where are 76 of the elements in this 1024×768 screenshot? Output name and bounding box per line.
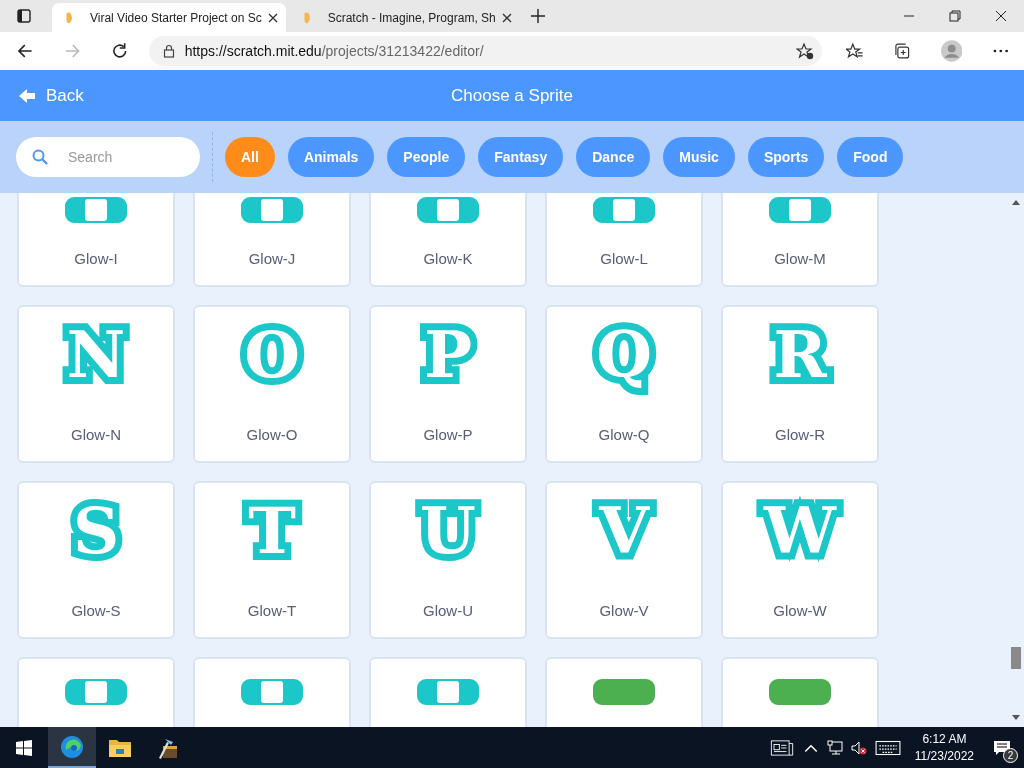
scroll-thumb[interactable] (1010, 647, 1021, 669)
address-bar[interactable]: https://scratch.mit.edu/projects/31213422/editor/ (148, 36, 822, 66)
sprite-name: Glow-P (423, 426, 473, 443)
windows-start-icon[interactable] (16, 739, 32, 756)
search-field[interactable]: Search (16, 137, 200, 177)
scroll-down-icon[interactable] (1011, 715, 1020, 721)
network-icon[interactable] (826, 739, 843, 756)
sprite-glyph: V (589, 491, 659, 571)
sprite-tile[interactable]: U Glow-U (369, 481, 527, 639)
sprite-name: Glow-T (247, 602, 297, 619)
sprite-tile[interactable]: O Glow-O (193, 305, 351, 463)
sprite-glyph: U (410, 491, 486, 571)
sprite-name: Glow-W (773, 602, 827, 619)
sprite-glyph: O (234, 315, 310, 395)
close-window-icon[interactable] (995, 10, 1007, 22)
keyboard-icon[interactable] (874, 739, 901, 756)
sprite-glyph: N (56, 315, 136, 395)
sprite-name: Glow-I (74, 250, 118, 267)
sprite-name: Glow-N (71, 426, 121, 443)
sprite-glyph: R (763, 315, 837, 395)
sprite-tile[interactable]: P Glow-P (369, 305, 527, 463)
sprite-tile[interactable]: Q Glow-Q (545, 305, 703, 463)
sprite-glyph: T (238, 491, 306, 571)
sprite-tile[interactable]: Glow-M (721, 193, 879, 287)
collections-icon[interactable] (893, 42, 911, 60)
sprite-name: Glow-S (71, 602, 121, 619)
sprite-glyph: S (62, 491, 130, 571)
close-icon[interactable] (501, 12, 512, 23)
url-text: https://scratch.mit.edu/projects/31213422/editor/ (184, 43, 484, 59)
sprite-glyph: Q (586, 315, 662, 395)
scroll-up-icon[interactable] (1011, 199, 1020, 205)
notifications-button[interactable]: 2 (986, 732, 1018, 763)
sprite-tile[interactable]: V Glow-V (545, 481, 703, 639)
close-icon[interactable] (267, 12, 278, 23)
sprite-tile[interactable]: S Glow-S (17, 481, 175, 639)
browser-taskbar-button[interactable] (48, 727, 96, 768)
search-icon (32, 149, 48, 165)
dialog-title: Choose a Sprite (451, 85, 573, 106)
back-arrow-icon[interactable] (16, 42, 34, 60)
sprite-glyph: P (413, 315, 483, 395)
browser-tab[interactable]: Viral Video Starter Project on Sc (52, 3, 286, 32)
forward-arrow-icon (63, 42, 82, 60)
sprite-name: Glow-U (423, 602, 473, 619)
browser-tab[interactable]: Scratch - Imagine, Program, Sh (289, 3, 520, 32)
add-favorite-icon[interactable] (795, 42, 814, 60)
muted-speaker-icon[interactable] (850, 739, 867, 756)
time-text: 6:12 AM (922, 730, 967, 748)
sprite-tile[interactable]: Glow-I (17, 193, 175, 287)
sprite-name: Glow-Q (598, 426, 650, 443)
new-tab-icon[interactable] (529, 8, 546, 24)
restore-icon[interactable] (949, 10, 961, 22)
sprite-name: Glow-O (246, 426, 298, 443)
sprite-name: Glow-V (599, 602, 649, 619)
favorites-icon[interactable] (845, 42, 864, 60)
lock-icon (162, 44, 175, 58)
tab-actions-icon[interactable] (16, 8, 32, 24)
sprite-tile[interactable]: W Glow-W (721, 481, 879, 639)
news-icon[interactable] (768, 739, 795, 756)
sprite-glyph: W (754, 491, 846, 571)
browser-swirl-icon (60, 734, 84, 759)
sprite-name: Glow-R (775, 426, 825, 443)
sprite-tile[interactable]: Glow-L (545, 193, 703, 287)
date-text: 11/23/2022 (914, 747, 974, 765)
back-arrow-icon (18, 87, 36, 104)
sprite-name: Glow-L (600, 250, 648, 267)
sprite-name: Glow-K (423, 250, 473, 267)
sprite-name: Glow-J (248, 250, 296, 267)
sprite-tile[interactable]: Glow-K (369, 193, 527, 287)
sprite-tile[interactable]: R Glow-R (721, 305, 879, 463)
sprite-tile[interactable]: T Glow-T (193, 481, 351, 639)
sprite-tile[interactable]: N Glow-N (17, 305, 175, 463)
sprite-name: Glow-M (774, 250, 826, 267)
reload-icon[interactable] (111, 42, 129, 60)
sprite-tile[interactable]: Glow-J (193, 193, 351, 287)
profile-avatar-icon[interactable] (941, 40, 963, 62)
clock[interactable]: 6:12 AM 11/23/2022 (914, 730, 974, 765)
